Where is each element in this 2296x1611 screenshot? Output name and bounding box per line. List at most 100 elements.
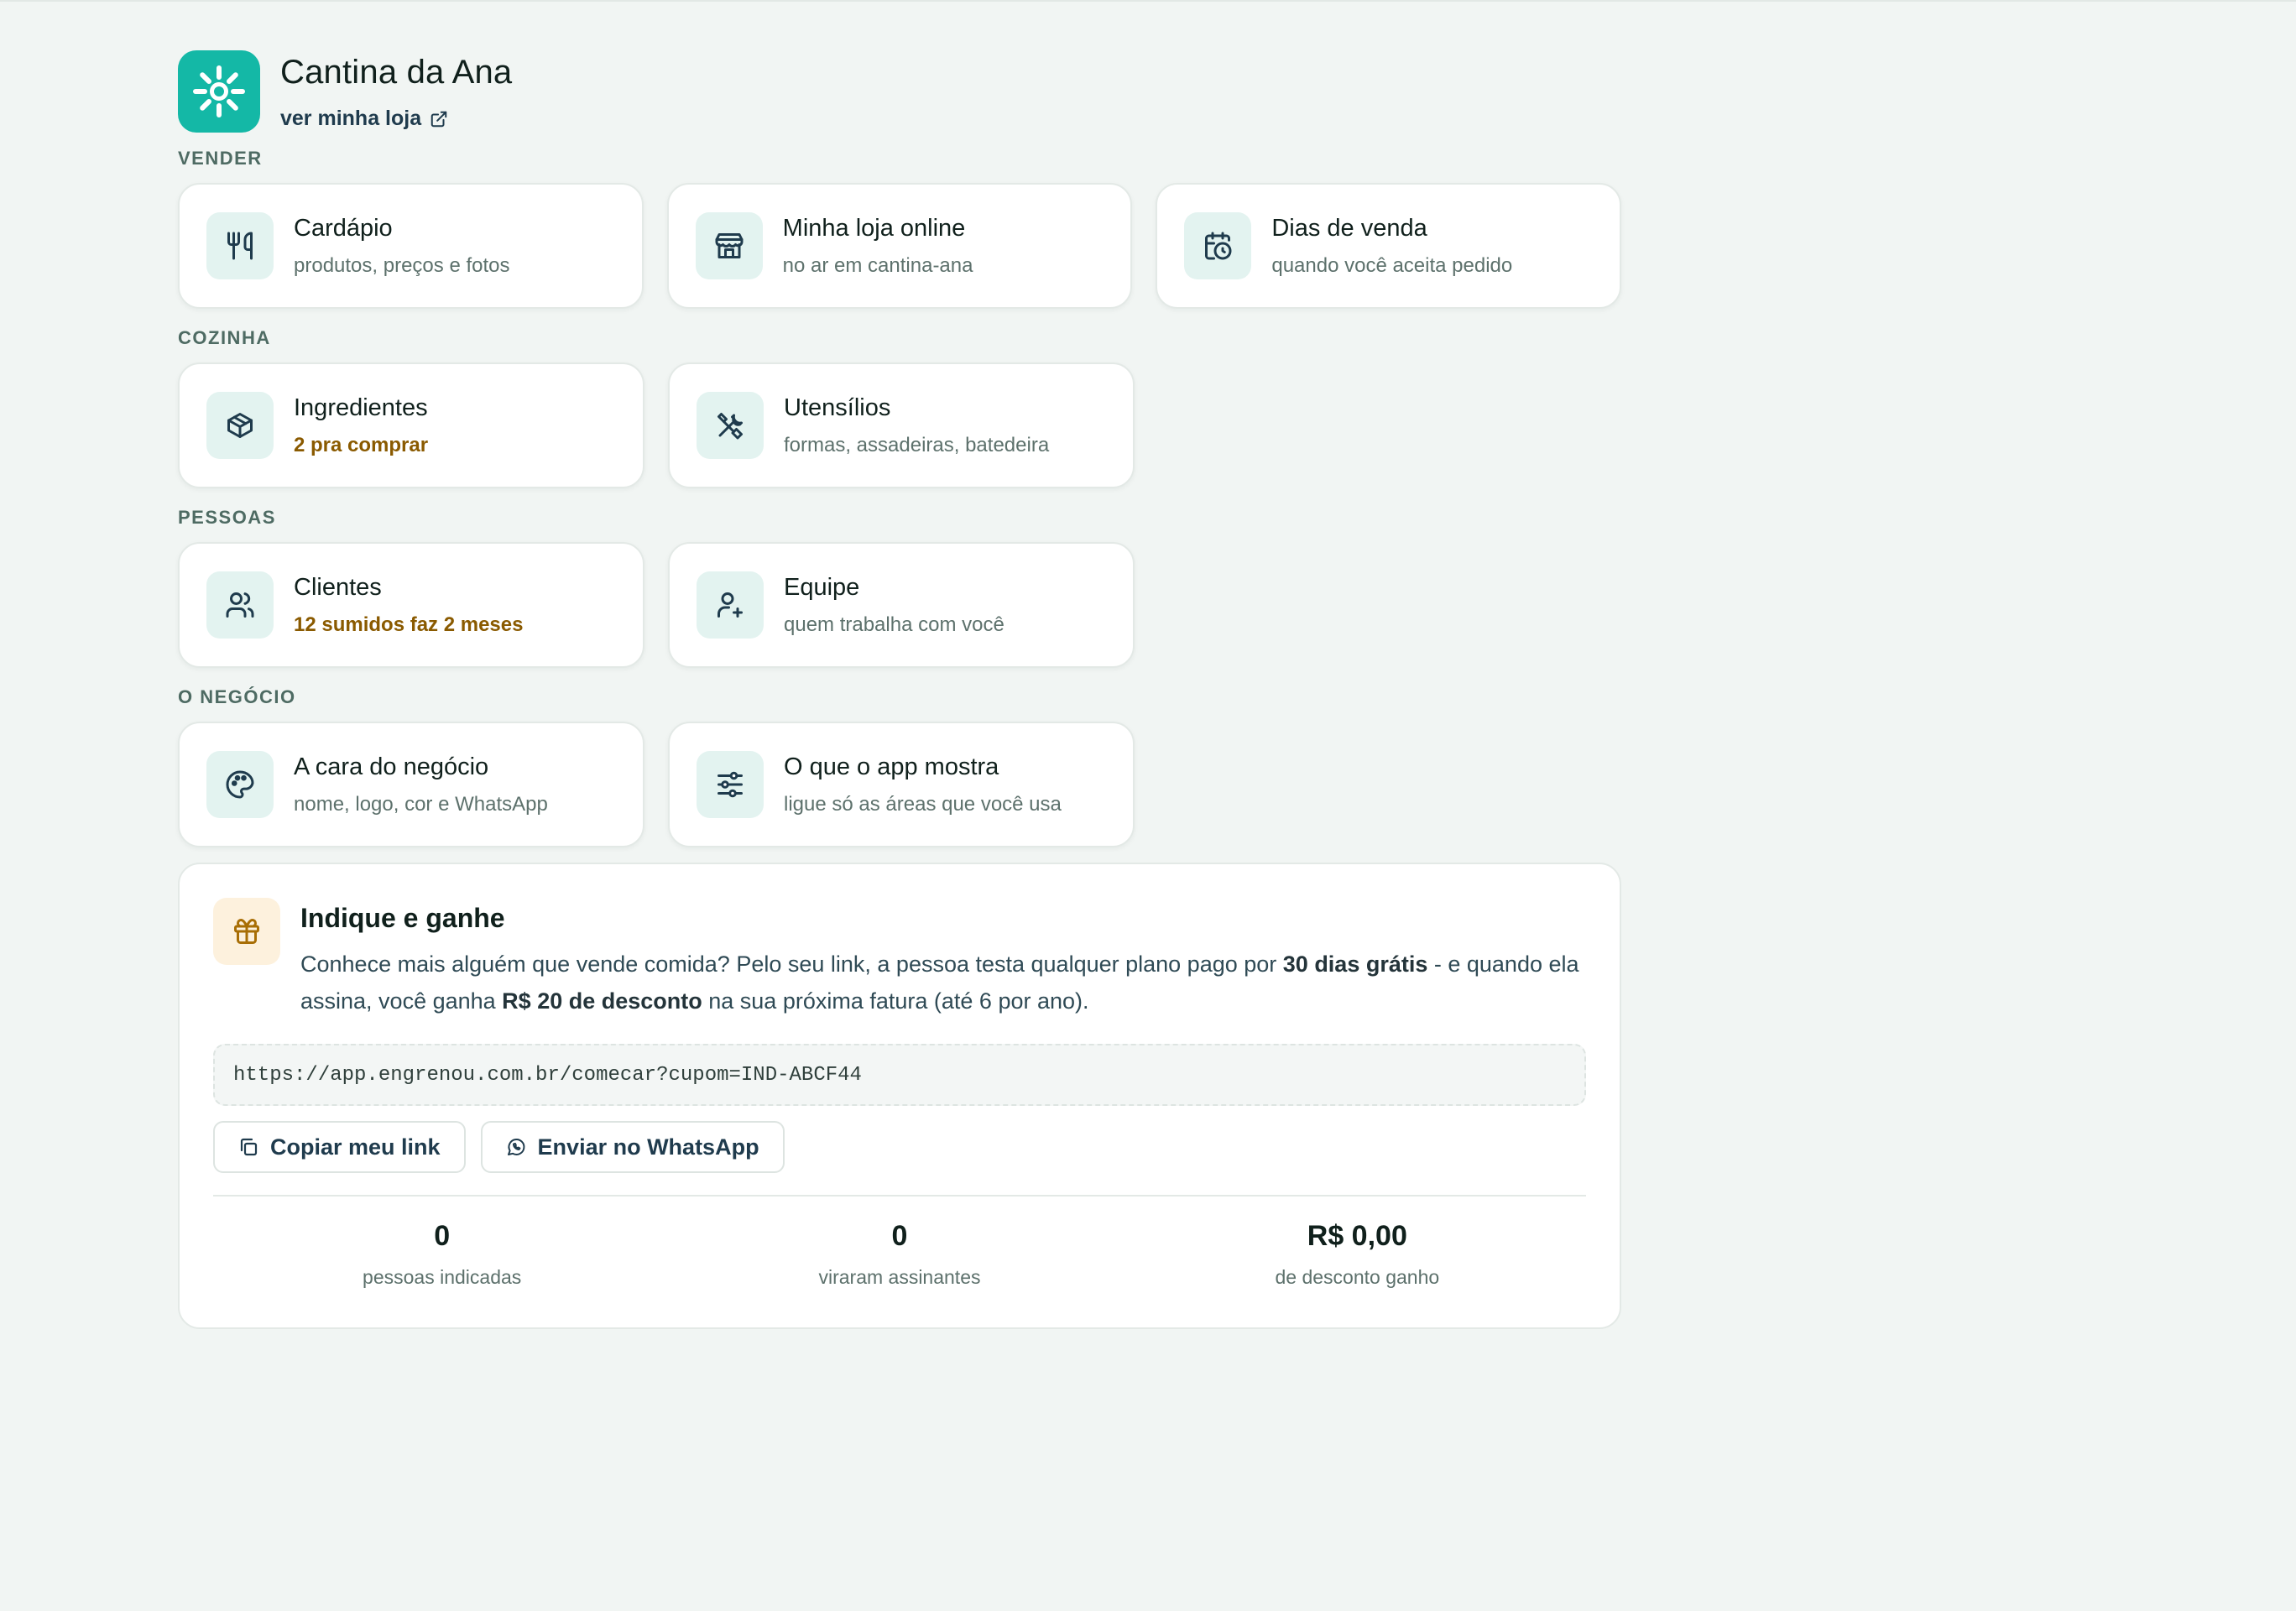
send-whatsapp-button[interactable]: Enviar no WhatsApp (480, 1121, 785, 1173)
section-o-negocio: O NEGÓCIO A cara do negócio nome, logo, … (178, 683, 1621, 847)
copy-link-button[interactable]: Copiar meu link (213, 1121, 466, 1173)
card-text: O que o app mostra ligue só as áreas que… (784, 753, 1062, 816)
users-icon (226, 592, 254, 618)
card-text: Ingredientes 2 pra comprar (294, 394, 428, 457)
store-logo (178, 50, 260, 133)
card-icon-box (697, 571, 764, 639)
referral-panel: Indique e ganhe Conhece mais alguém que … (178, 863, 1621, 1329)
card-grid: A cara do negócio nome, logo, cor e What… (178, 722, 1621, 847)
card-subtitle: quem trabalha com você (784, 613, 1004, 636)
stat-value: 0 (891, 1220, 908, 1252)
card-minha-loja-online[interactable]: Minha loja online no ar em cantina-ana (666, 183, 1133, 309)
stat-viraram-assinantes: 0 viraram assinantes (671, 1220, 1128, 1289)
card-icon-box (695, 212, 763, 279)
card-subtitle: produtos, preços e fotos (294, 253, 510, 277)
section-cozinha: COZINHA Ingredientes 2 pra comprar Utens… (178, 324, 1621, 488)
card-title: Dias de venda (1271, 214, 1427, 242)
card-subtitle: ligue só as áreas que você usa (784, 792, 1062, 816)
card-subtitle-alert: 2 pra comprar (294, 433, 429, 456)
view-store-link[interactable]: ver minha loja (280, 107, 448, 131)
referral-desc-text: na sua próxima fatura (até 6 por ano). (702, 988, 1089, 1014)
card-text: Equipe quem trabalha com você (784, 574, 1004, 637)
card-icon-box (206, 571, 274, 639)
section-vender: VENDER Cardápio produtos, preços e fotos (178, 144, 1622, 309)
card-grid: Ingredientes 2 pra comprar Utensílios fo… (178, 362, 1621, 488)
stat-pessoas-indicadas: 0 pessoas indicadas (213, 1220, 671, 1289)
referral-desc-highlight: R$ 20 de desconto (502, 988, 702, 1014)
stat-label: pessoas indicadas (363, 1266, 522, 1288)
card-icon-box (206, 751, 274, 818)
store-name: Cantina da Ana (280, 54, 513, 91)
top-border (0, 0, 2296, 2)
sun-logo-icon (193, 65, 245, 117)
referral-title: Indique e ganhe (300, 903, 505, 933)
card-title: Minha loja online (782, 214, 966, 242)
send-whatsapp-label: Enviar no WhatsApp (537, 1134, 759, 1160)
card-text: Utensílios formas, assadeiras, batedeira (784, 394, 1049, 457)
stat-label: de desconto ganho (1275, 1266, 1440, 1288)
section-title: VENDER (178, 148, 263, 169)
card-icon-box (206, 392, 274, 459)
palette-icon (226, 770, 254, 799)
store-header: Cantina da Ana ver minha loja (178, 50, 1621, 144)
view-store-label: ver minha loja (280, 107, 422, 130)
card-text: Dias de venda quando você aceita pedido (1271, 215, 1512, 278)
referral-divider (213, 1195, 1586, 1197)
whatsapp-icon (507, 1139, 524, 1155)
card-icon-box (206, 212, 274, 279)
referral-header: Indique e ganhe Conhece mais alguém que … (213, 898, 1593, 1019)
section-pessoas: PESSOAS Clientes 12 sumidos faz 2 meses (178, 503, 1621, 668)
referral-desc-highlight: 30 dias grátis (1282, 951, 1428, 977)
section-title: COZINHA (178, 327, 271, 348)
card-subtitle: nome, logo, cor e WhatsApp (294, 792, 548, 816)
card-o-que-o-app-mostra[interactable]: O que o app mostra ligue só as áreas que… (668, 722, 1135, 847)
utensils-icon (227, 232, 253, 260)
package-icon (227, 413, 253, 438)
dashboard-page: Cantina da Ana ver minha loja VENDER Car… (178, 50, 1622, 1329)
referral-actions: Copiar meu link Enviar no WhatsApp (213, 1121, 785, 1173)
card-a-cara-do-negocio[interactable]: A cara do negócio nome, logo, cor e What… (178, 722, 644, 847)
stat-value: 0 (434, 1220, 451, 1252)
card-utensilios[interactable]: Utensílios formas, assadeiras, batedeira (668, 362, 1135, 488)
card-icon-box (697, 392, 764, 459)
card-text: Clientes 12 sumidos faz 2 meses (294, 574, 523, 637)
card-subtitle: no ar em cantina-ana (782, 253, 973, 277)
referral-link-field[interactable]: https://app.engrenou.com.br/comecar?cupo… (213, 1044, 1586, 1106)
card-title: O que o app mostra (784, 753, 999, 780)
card-title: Utensílios (784, 394, 891, 421)
referral-desc-text: Conhece mais alguém que vende comida? Pe… (300, 951, 1283, 977)
copy-link-label: Copiar meu link (270, 1134, 441, 1160)
card-ingredientes[interactable]: Ingredientes 2 pra comprar (178, 362, 644, 488)
stat-label: viraram assinantes (818, 1266, 981, 1288)
card-title: Cardápio (294, 214, 393, 242)
card-title: Ingredientes (294, 394, 428, 421)
section-title: PESSOAS (178, 507, 276, 528)
sliders-icon (718, 771, 743, 798)
card-clientes[interactable]: Clientes 12 sumidos faz 2 meses (178, 542, 644, 668)
card-title: A cara do negócio (294, 753, 489, 780)
stat-desconto-ganho: R$ 0,00 de desconto ganho (1129, 1220, 1586, 1289)
card-grid: Clientes 12 sumidos faz 2 meses Equipe q… (178, 542, 1621, 668)
card-equipe[interactable]: Equipe quem trabalha com você (668, 542, 1135, 668)
section-title: O NEGÓCIO (178, 686, 296, 707)
external-link-icon (430, 111, 447, 127)
store-icon (715, 233, 744, 258)
stat-value: R$ 0,00 (1307, 1220, 1407, 1252)
tools-icon (718, 413, 743, 440)
gift-icon-box (213, 898, 280, 965)
calendar-clock-icon (1205, 232, 1232, 260)
gift-icon (234, 919, 259, 944)
referral-description: Conhece mais alguém que vende comida? Pe… (300, 946, 1593, 1019)
card-dias-de-venda[interactable]: Dias de venda quando você aceita pedido (1156, 183, 1622, 309)
card-text: Cardápio produtos, preços e fotos (294, 215, 509, 278)
card-text: Minha loja online no ar em cantina-ana (783, 215, 973, 278)
card-title: Equipe (784, 573, 860, 601)
card-text: A cara do negócio nome, logo, cor e What… (294, 753, 548, 816)
store-header-text: Cantina da Ana ver minha loja (280, 50, 512, 131)
card-cardapio[interactable]: Cardápio produtos, preços e fotos (178, 183, 644, 309)
copy-icon (240, 1138, 258, 1156)
card-grid: Cardápio produtos, preços e fotos Minha … (178, 183, 1622, 309)
card-subtitle-alert: 12 sumidos faz 2 meses (294, 613, 524, 636)
card-subtitle: formas, assadeiras, batedeira (784, 433, 1050, 456)
referral-body: Indique e ganhe Conhece mais alguém que … (300, 898, 1593, 1019)
